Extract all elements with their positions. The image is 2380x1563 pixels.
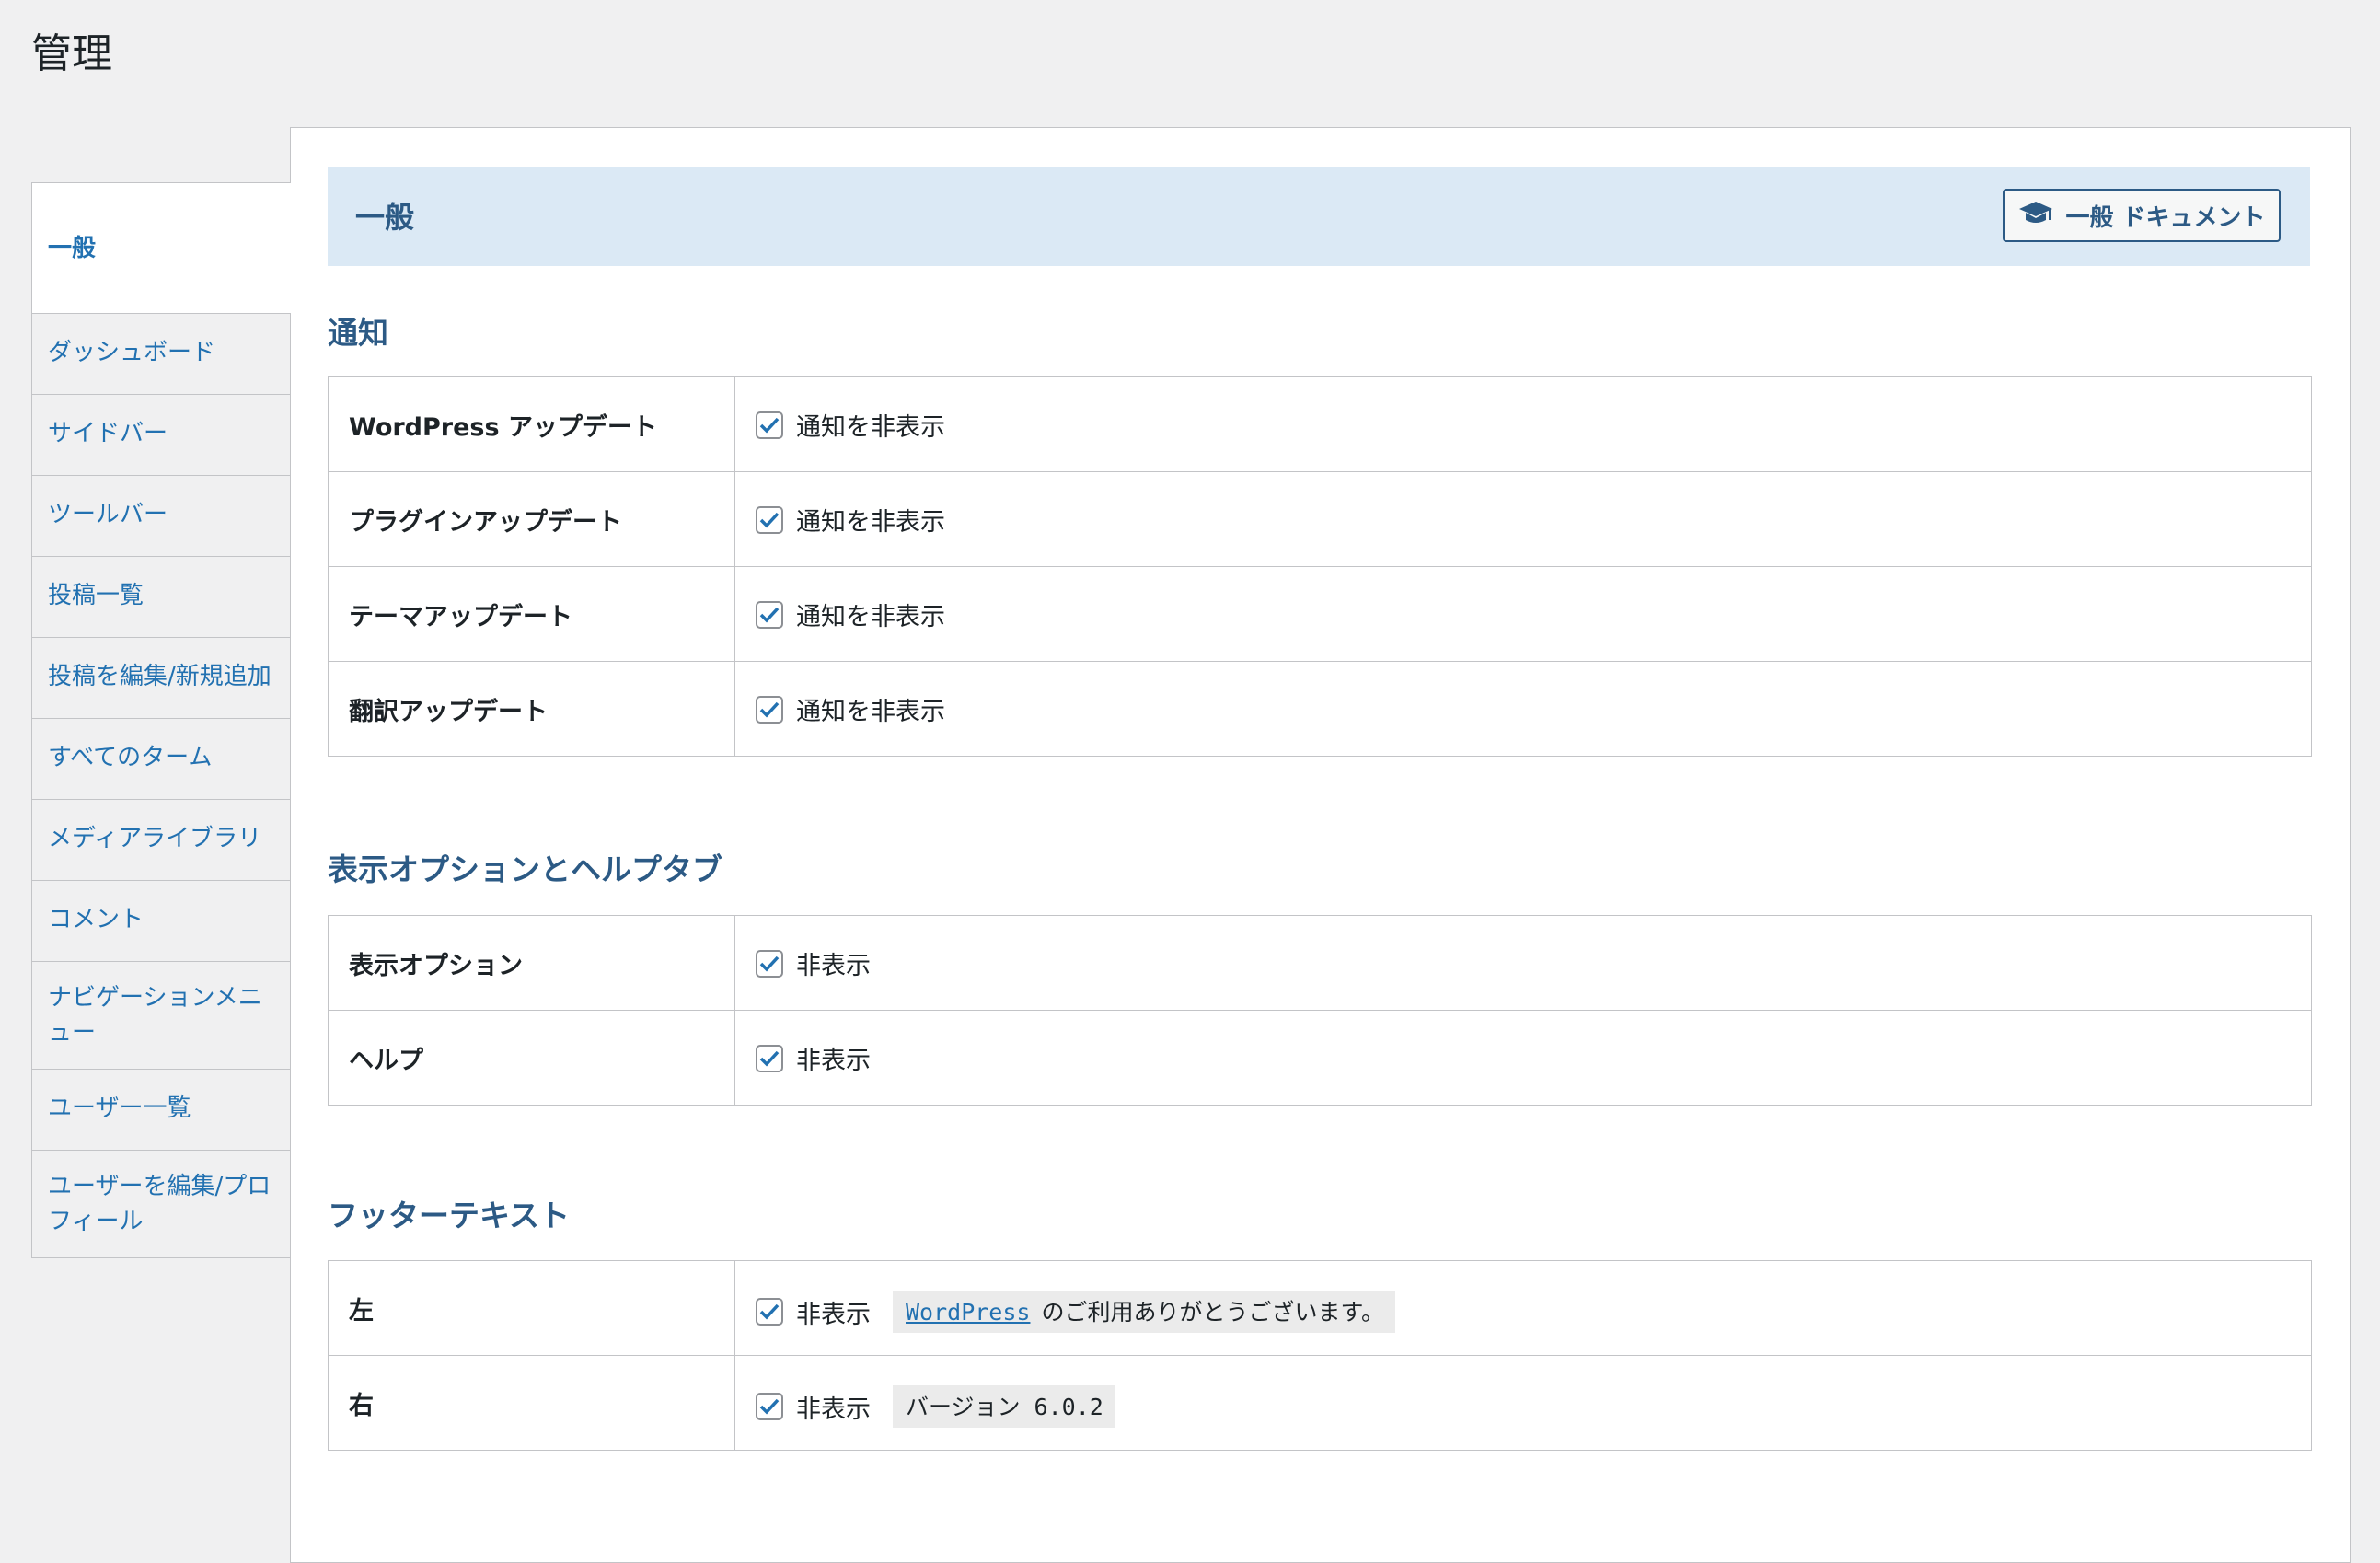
row-label: プラグインアップデート xyxy=(328,471,735,567)
banner-title: 一般 xyxy=(355,200,415,235)
checkbox-label: 非表示 xyxy=(796,1047,871,1075)
checkbox-label: 通知を非表示 xyxy=(796,698,945,726)
settings-tab-nav: 一般 ダッシュボード サイドバー ツールバー 投稿一覧 投稿を編集/新規追加 す… xyxy=(31,182,291,1258)
footer-right-code: バージョン 6.0.2 xyxy=(893,1385,1115,1428)
documentation-button[interactable]: 一般 ドキュメント xyxy=(2003,189,2281,242)
checkbox[interactable] xyxy=(756,949,783,978)
tab-toolbar[interactable]: ツールバー xyxy=(31,476,291,557)
wordpress-link[interactable]: WordPress xyxy=(906,1299,1030,1326)
settings-panel: 一般 一般 ドキュメント 通知 WordPress アップデート 通知を非表示 … xyxy=(290,127,2351,1563)
table-row: WordPress アップデート 通知を非表示 xyxy=(328,376,2312,472)
footer-text-table: 左 非表示 WordPress のご利用ありがとうございます。 右 非表示 バージ… xyxy=(328,1260,2312,1451)
screen-options-table: 表示オプション 非表示 ヘルプ 非表示 xyxy=(328,915,2312,1106)
checkbox-label: 非表示 xyxy=(796,1300,871,1329)
tab-comments[interactable]: コメント xyxy=(31,881,291,962)
documentation-button-label: 一般 ドキュメント xyxy=(2065,203,2266,232)
tab-nav-menus[interactable]: ナビゲーションメニュー xyxy=(31,962,291,1070)
checkbox[interactable] xyxy=(756,1393,783,1420)
row-label: テーマアップデート xyxy=(328,566,735,662)
section-banner: 一般 一般 ドキュメント xyxy=(328,167,2310,266)
checkbox[interactable] xyxy=(756,505,783,534)
tab-post-list[interactable]: 投稿一覧 xyxy=(31,557,291,638)
table-row: 翻訳アップデート 通知を非表示 xyxy=(328,661,2312,757)
table-row: プラグインアップデート 通知を非表示 xyxy=(328,471,2312,567)
tab-user-list[interactable]: ユーザー一覧 xyxy=(31,1070,291,1151)
footer-left-text: のご利用ありがとうございます。 xyxy=(1041,1299,1384,1326)
table-row: ヘルプ 非表示 xyxy=(328,1010,2312,1106)
notifications-table: WordPress アップデート 通知を非表示 プラグインアップデート 通知を非… xyxy=(328,376,2312,757)
heading-footer-text: フッターテキスト xyxy=(328,1198,571,1233)
heading-notifications: 通知 xyxy=(328,315,388,351)
footer-left-code: WordPress のご利用ありがとうございます。 xyxy=(893,1291,1395,1333)
row-label: WordPress アップデート xyxy=(328,376,735,472)
table-row: テーマアップデート 通知を非表示 xyxy=(328,566,2312,662)
checkbox-label: 非表示 xyxy=(796,1395,871,1424)
checkbox-label: 通知を非表示 xyxy=(796,603,945,631)
tab-media-library[interactable]: メディアライブラリ xyxy=(31,800,291,881)
row-label: ヘルプ xyxy=(328,1010,735,1106)
tab-dashboard[interactable]: ダッシュボード xyxy=(31,314,291,395)
heading-screen-options: 表示オプションとヘルプタブ xyxy=(328,851,722,887)
tab-post-edit[interactable]: 投稿を編集/新規追加 xyxy=(31,638,291,719)
checkbox-label: 通知を非表示 xyxy=(796,508,945,537)
checkbox-label: 非表示 xyxy=(796,952,871,980)
tab-all-terms[interactable]: すべてのターム xyxy=(31,719,291,800)
checkbox[interactable] xyxy=(756,695,783,724)
checkbox[interactable] xyxy=(756,1298,783,1326)
graduation-cap-icon xyxy=(2017,199,2054,233)
tab-sidebar[interactable]: サイドバー xyxy=(31,395,291,476)
checkbox[interactable] xyxy=(756,411,783,439)
row-label: 表示オプション xyxy=(328,915,735,1011)
row-label: 右 xyxy=(328,1355,735,1451)
row-label: 翻訳アップデート xyxy=(328,661,735,757)
tab-general[interactable]: 一般 xyxy=(31,182,291,314)
page-title: 管理 xyxy=(31,30,112,77)
checkbox[interactable] xyxy=(756,600,783,629)
table-row: 左 非表示 WordPress のご利用ありがとうございます。 xyxy=(328,1260,2312,1356)
table-row: 右 非表示 バージョン 6.0.2 xyxy=(328,1355,2312,1451)
checkbox[interactable] xyxy=(756,1044,783,1072)
checkbox-label: 通知を非表示 xyxy=(796,413,945,442)
tab-user-profile[interactable]: ユーザーを編集/プロフィール xyxy=(31,1151,291,1258)
table-row: 表示オプション 非表示 xyxy=(328,915,2312,1011)
row-label: 左 xyxy=(328,1260,735,1356)
